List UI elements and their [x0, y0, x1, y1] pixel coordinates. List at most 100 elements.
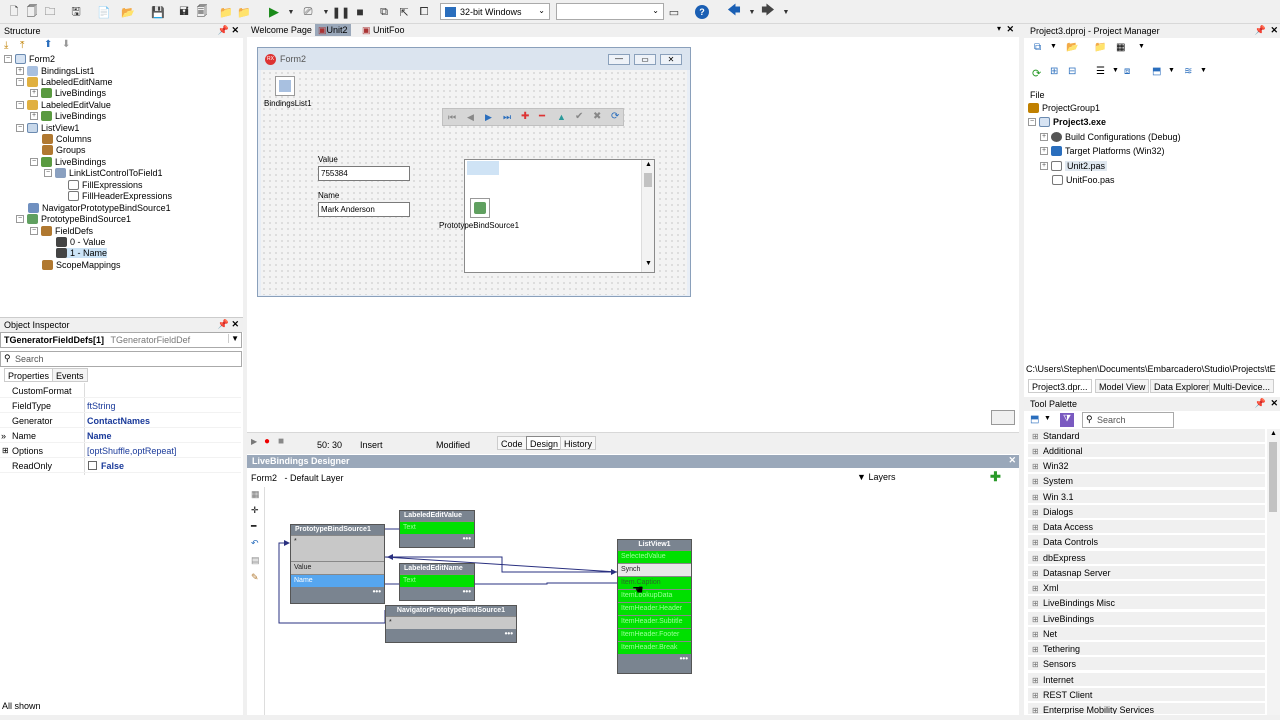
- scroll-up-icon[interactable]: ▲: [645, 161, 652, 168]
- tab-list-icon[interactable]: ▾: [997, 24, 1001, 33]
- config-select[interactable]: ⌄: [556, 3, 664, 20]
- scroll-thumb[interactable]: [1269, 442, 1277, 512]
- categories-icon[interactable]: ⬒: [1030, 414, 1039, 425]
- tree-item[interactable]: − LabeledEditValue: [16, 100, 111, 110]
- inspector-search[interactable]: ⚲ Search: [0, 351, 242, 367]
- tree-item[interactable]: − FieldDefs: [30, 226, 93, 236]
- prior-record-icon[interactable]: ◀: [467, 112, 474, 123]
- tree-item[interactable]: − PrototypeBindSource1: [16, 214, 131, 224]
- tree-item[interactable]: FillExpressions: [68, 180, 143, 190]
- save-all-icon[interactable]: 🖫: [68, 4, 84, 20]
- close-icon[interactable]: ✕: [1270, 398, 1278, 409]
- property-value[interactable]: ftString: [87, 401, 116, 411]
- tree-item[interactable]: + LiveBindings: [30, 111, 106, 121]
- forward-dropdown-icon[interactable]: ▼: [778, 4, 794, 20]
- view-dropdown-icon[interactable]: ▼: [1138, 43, 1145, 50]
- node-prototypebindsource[interactable]: PrototypeBindSource1 * Value Name •••: [290, 524, 385, 604]
- first-record-icon[interactable]: ⏮: [448, 112, 456, 123]
- node-more-icon[interactable]: •••: [386, 629, 516, 638]
- project-tree-item[interactable]: ProjectGroup1: [1028, 103, 1100, 113]
- palette-category[interactable]: ⊞ Data Access: [1028, 520, 1265, 534]
- maximize-icon[interactable]: ▭: [634, 54, 656, 65]
- tree-item[interactable]: + BindingsList1: [16, 66, 95, 76]
- tab-unitfoo[interactable]: ▣ UnitFoo: [362, 25, 405, 36]
- back-icon[interactable]: 🡄: [726, 2, 742, 20]
- delete-record-icon[interactable]: ━: [539, 111, 545, 122]
- listview[interactable]: ▲ ▼: [464, 159, 655, 273]
- sync-icon[interactable]: ⟳: [1032, 67, 1041, 80]
- post-record-icon[interactable]: ✔: [575, 111, 583, 122]
- palette-category[interactable]: ⊞ Win 3.1: [1028, 490, 1265, 504]
- checkbox[interactable]: [88, 461, 97, 470]
- stop-icon[interactable]: ■: [278, 436, 284, 447]
- options-dropdown-icon[interactable]: ▼: [1200, 67, 1207, 74]
- node-member[interactable]: ItemHeader.Footer: [618, 628, 691, 641]
- tab-design[interactable]: Design: [526, 436, 563, 450]
- tool-palette-scrollbar[interactable]: ▲: [1267, 429, 1280, 715]
- pin-icon[interactable]: 📌: [218, 319, 229, 330]
- tab-unit2[interactable]: ▣Unit2: [315, 24, 351, 36]
- node-more-icon[interactable]: •••: [400, 587, 474, 596]
- run-dropdown-icon[interactable]: ▼: [283, 4, 299, 20]
- palette-category[interactable]: ⊞ Additional: [1028, 444, 1265, 458]
- property-value[interactable]: ContactNames: [87, 416, 150, 426]
- last-record-icon[interactable]: ⏭: [503, 112, 511, 123]
- collapse-toggle-icon[interactable]: −: [16, 124, 24, 132]
- tab-project[interactable]: Project3.dpr...: [1028, 379, 1092, 393]
- back-dropdown-icon[interactable]: ▼: [744, 4, 760, 20]
- tree-item[interactable]: Groups: [42, 145, 86, 155]
- down-icon[interactable]: ⬇: [62, 39, 70, 50]
- tab-multi-device[interactable]: Multi-Device...: [1209, 379, 1275, 393]
- record-icon[interactable]: ●: [264, 436, 270, 447]
- run-icon[interactable]: ▶: [266, 4, 282, 20]
- tab-model-view[interactable]: Model View: [1095, 379, 1150, 393]
- expand-icon[interactable]: ⤓: [4, 40, 8, 51]
- palette-category[interactable]: ⊞ Win32: [1028, 459, 1265, 473]
- node-member[interactable]: *: [386, 616, 516, 629]
- minimize-icon[interactable]: —: [608, 54, 630, 65]
- tree-item[interactable]: 0 - Value: [56, 237, 105, 247]
- tab-events[interactable]: Events: [52, 368, 88, 382]
- up-icon[interactable]: ⬆: [44, 39, 52, 50]
- palette-category[interactable]: ⊞ Sensors: [1028, 657, 1265, 671]
- property-row[interactable]: CustomFormat: [0, 383, 241, 398]
- expand-toggle-icon[interactable]: +: [30, 89, 38, 97]
- node-member[interactable]: Synch: [618, 563, 691, 576]
- property-value[interactable]: [optShuffle,optRepeat]: [87, 446, 176, 456]
- expand-toggle-icon[interactable]: +: [30, 112, 38, 120]
- collapse-toggle-icon[interactable]: −: [16, 215, 24, 223]
- tree-item[interactable]: Columns: [42, 134, 92, 144]
- collapse-toggle-icon[interactable]: −: [30, 227, 38, 235]
- tree-item[interactable]: − LabeledEditName: [16, 77, 113, 87]
- project-tree-item[interactable]: − Project3.exe: [1028, 117, 1106, 127]
- palette-category[interactable]: ⊞ LiveBindings: [1028, 612, 1265, 626]
- tab-history[interactable]: History: [560, 436, 597, 450]
- close-icon[interactable]: ✕: [1006, 24, 1014, 35]
- object-selector[interactable]: TGeneratorFieldDefs[1] TGeneratorFieldDe…: [0, 332, 242, 348]
- cancel-record-icon[interactable]: ✖: [593, 111, 601, 122]
- node-member[interactable]: ItemHeader.Header: [618, 602, 691, 615]
- palette-category[interactable]: ⊞ Internet: [1028, 673, 1265, 687]
- new-icon[interactable]: 🗋: [6, 4, 22, 20]
- property-value[interactable]: False: [101, 461, 124, 471]
- project-tree-item[interactable]: + Build Configurations (Debug): [1040, 132, 1181, 142]
- node-member[interactable]: SelectedValue: [618, 550, 691, 563]
- tree-item[interactable]: FillHeaderExpressions: [68, 191, 172, 201]
- open-project-icon[interactable]: 📂: [120, 4, 136, 20]
- palette-category[interactable]: ⊞ Data Controls: [1028, 535, 1265, 549]
- tab-welcome-page[interactable]: Welcome Page: [251, 25, 312, 35]
- node-more-icon[interactable]: •••: [618, 654, 691, 663]
- palette-search[interactable]: ⚲ Search: [1082, 412, 1174, 428]
- tree-item[interactable]: − ListView1: [16, 123, 79, 133]
- property-row-selected[interactable]: » Name Name: [0, 428, 241, 443]
- collapse-toggle-icon[interactable]: −: [16, 101, 24, 109]
- node-more-icon[interactable]: •••: [400, 534, 474, 543]
- palette-category[interactable]: ⊞ Xml: [1028, 581, 1265, 595]
- property-row[interactable]: Generator ContactNames: [0, 413, 241, 428]
- palette-category[interactable]: ⊞ LiveBindings Misc: [1028, 596, 1265, 610]
- open-icon[interactable]: 🗀: [42, 4, 58, 20]
- filter-icon[interactable]: ⧩: [1060, 413, 1074, 427]
- node-member[interactable]: ItemLookupData: [618, 589, 691, 602]
- add-icon[interactable]: 📂: [1066, 42, 1078, 53]
- pin-icon[interactable]: 📌: [218, 25, 229, 36]
